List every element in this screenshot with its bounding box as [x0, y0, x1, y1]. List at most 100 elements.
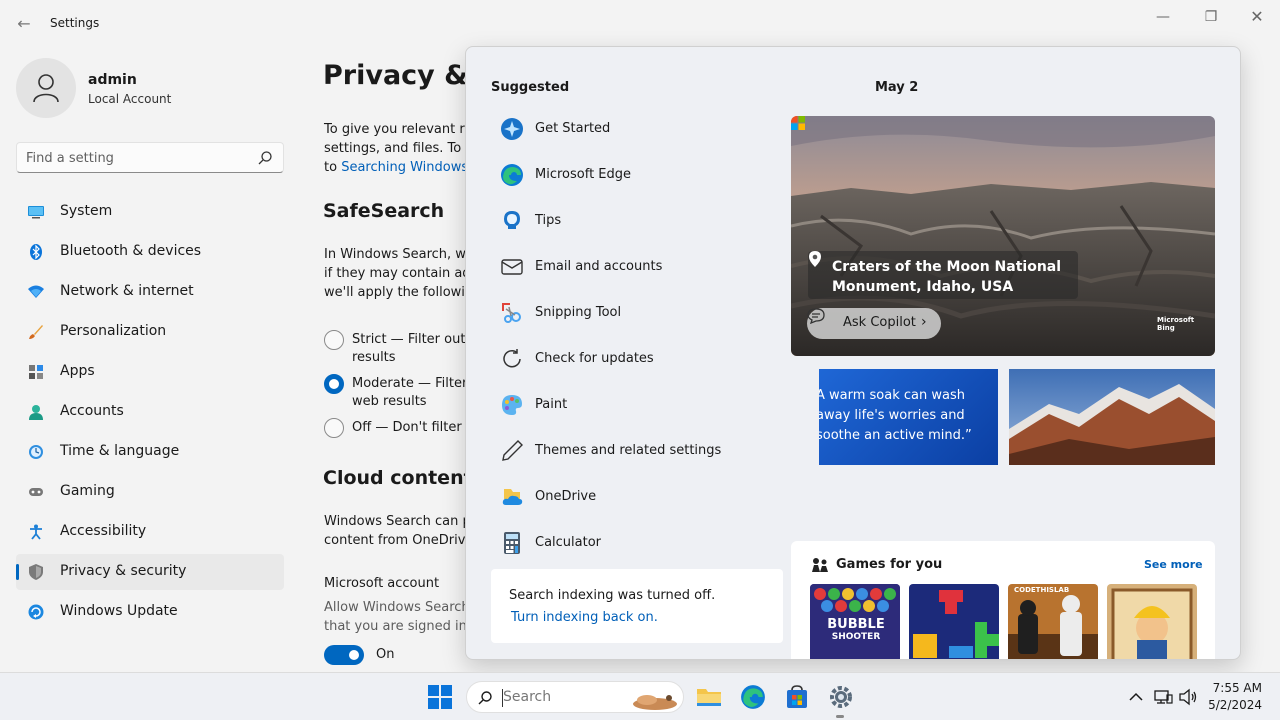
pen-icon [502, 440, 523, 461]
sidebar-item-accounts[interactable]: Accounts [16, 394, 284, 430]
accessibility-icon [30, 524, 42, 540]
app-item-check-updates[interactable]: Check for updates [491, 337, 791, 383]
block-puzzle-tile[interactable] [909, 584, 999, 659]
sidebar-item-accessibility[interactable]: Accessibility [16, 514, 284, 550]
location-text: Craters of the Moon National Monument, I… [832, 259, 1062, 295]
chevron-up-icon[interactable] [1126, 687, 1146, 707]
back-arrow-icon[interactable]: ← [14, 14, 34, 34]
profile[interactable]: admin Local Account [16, 58, 286, 118]
edge-icon[interactable] [740, 684, 766, 710]
sidebar-item-windows-update[interactable]: Windows Update [16, 594, 284, 630]
sidebar-item-time-language[interactable]: Time & language [16, 434, 284, 470]
shield-icon [29, 564, 43, 580]
chat-bubble-icon [807, 308, 825, 324]
app-item-snipping-tool[interactable]: Snipping Tool [491, 291, 791, 337]
user-name: admin [88, 72, 137, 88]
quote-card[interactable]: A warm soak can wash away life's worries… [819, 369, 998, 465]
search-icon [258, 151, 272, 165]
block-puzzle-art [909, 584, 999, 659]
calculator-icon [504, 532, 520, 554]
app-item-email-accounts[interactable]: Email and accounts [491, 245, 791, 291]
sidebar-item-system[interactable]: System [16, 194, 284, 230]
bubble-shooter-tile[interactable]: BUBBLE SHOOTER [810, 584, 900, 659]
clock-time[interactable]: 7:55 AM [1208, 681, 1262, 695]
miner-art [1107, 584, 1197, 659]
app-item-tips[interactable]: Tips [491, 199, 791, 245]
bing-brand: Microsoft Bing [1157, 316, 1194, 332]
close-button[interactable]: ✕ [1234, 8, 1280, 28]
sidebar-item-personalization[interactable]: Personalization [16, 314, 284, 350]
game-pieces-icon [812, 558, 828, 572]
sidebar-item-label: Windows Update [60, 603, 178, 619]
sidebar-nav: System Bluetooth & devices Network & int… [16, 194, 284, 634]
sidebar-item-apps[interactable]: Apps [16, 354, 284, 390]
app-label: Snipping Tool [535, 305, 622, 320]
apps-icon [29, 365, 43, 379]
hero-image-card[interactable]: Craters of the Moon National Monument, I… [791, 116, 1215, 356]
logo-line: BUBBLE [827, 617, 885, 632]
miner-tile[interactable] [1107, 584, 1197, 659]
sidebar-item-privacy-security[interactable]: Privacy & security [16, 554, 284, 590]
sidebar-item-bluetooth[interactable]: Bluetooth & devices [16, 234, 284, 270]
safesearch-heading: SafeSearch [323, 200, 445, 222]
maximize-button[interactable]: ❐ [1188, 8, 1234, 28]
paint-icon [502, 395, 522, 415]
app-item-onedrive[interactable]: OneDrive [491, 475, 791, 521]
microsoft-account-toggle[interactable] [324, 645, 364, 665]
sidebar-item-label: Apps [60, 363, 95, 379]
location-pin-icon [809, 251, 821, 267]
app-item-themes[interactable]: Themes and related settings [491, 429, 791, 475]
sidebar-item-label: Time & language [60, 443, 180, 459]
settings-icon[interactable] [828, 684, 854, 710]
find-setting-input[interactable] [26, 148, 246, 168]
radio-button[interactable] [324, 418, 344, 438]
sidebar-item-label: Accounts [60, 403, 124, 419]
snipping-tool-icon [502, 303, 521, 323]
mountain-image-card[interactable] [1009, 369, 1215, 465]
text-line: away life's worries and [819, 408, 965, 423]
sidebar-item-label: Gaming [60, 483, 115, 499]
app-item-paint[interactable]: Paint [491, 383, 791, 429]
volume-icon[interactable] [1178, 687, 1198, 707]
chess-caption: CODETHISLAB [1014, 586, 1070, 594]
sidebar-item-network[interactable]: Network & internet [16, 274, 284, 310]
text-line: soothe an active mind.” [819, 428, 972, 443]
file-explorer-icon[interactable] [696, 684, 722, 710]
start-search-flyout: Suggested Get Started Microsoft Edge Tip… [465, 46, 1241, 660]
app-item-get-started[interactable]: Get Started [491, 107, 791, 153]
ask-copilot-label: Ask Copilot [843, 315, 916, 330]
games-heading: Games for you [836, 557, 943, 572]
ask-copilot-button[interactable]: Ask Copilot › [807, 308, 941, 339]
network-icon[interactable] [1153, 687, 1173, 707]
turn-indexing-on-link[interactable]: Turn indexing back on. [511, 610, 658, 625]
sidebar-item-gaming[interactable]: Gaming [16, 474, 284, 510]
store-icon[interactable] [784, 684, 810, 710]
app-label: Check for updates [535, 351, 654, 366]
taskbar-search-box[interactable]: Search [466, 681, 684, 713]
search-highlight-icon [633, 695, 677, 710]
mountain-photo [1009, 369, 1215, 465]
radio-button-checked[interactable] [324, 374, 344, 394]
app-item-calculator[interactable]: Calculator [491, 521, 791, 567]
see-more-link[interactable]: See more [1144, 558, 1203, 571]
location-caption[interactable]: Craters of the Moon National Monument, I… [808, 251, 1078, 299]
start-icon[interactable] [427, 684, 453, 710]
app-item-edge[interactable]: Microsoft Edge [491, 153, 791, 199]
logo-line: SHOOTER [831, 632, 881, 642]
chess-tile[interactable]: CODETHISLAB [1008, 584, 1098, 659]
app-label: Microsoft Edge [535, 167, 632, 182]
app-label: Email and accounts [535, 259, 663, 274]
sidebar-item-label: Accessibility [60, 523, 147, 539]
indexing-message: Search indexing was turned off. [509, 588, 716, 603]
edge-icon [501, 164, 523, 186]
radio-button[interactable] [324, 330, 344, 350]
bubble-shooter-logo: BUBBLE SHOOTER [816, 618, 896, 644]
get-started-icon [501, 118, 523, 140]
clock-date[interactable]: 5/2/2024 [1202, 698, 1262, 712]
find-setting-box[interactable] [16, 142, 284, 173]
searching-windows-link[interactable]: Searching Windows [341, 160, 468, 175]
text-fragment: to [324, 160, 342, 175]
minimize-button[interactable]: — [1140, 8, 1186, 28]
system-icon [28, 206, 44, 219]
sidebar-item-label: Bluetooth & devices [60, 243, 202, 259]
